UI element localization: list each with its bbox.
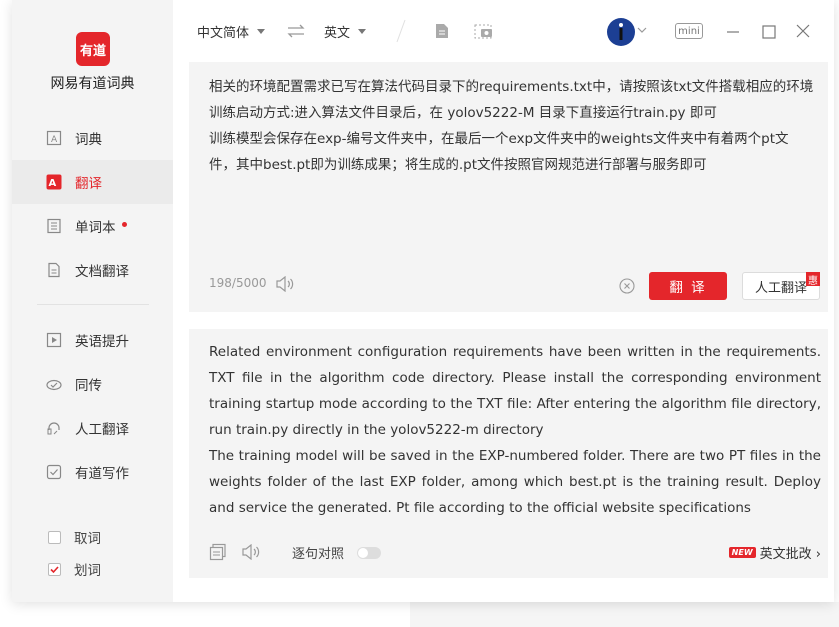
result-toolbar: 逐句对照 NEW 英文批改 › bbox=[209, 541, 821, 563]
word-select-toggle[interactable]: 划词 bbox=[48, 558, 101, 580]
speaker-icon[interactable] bbox=[241, 543, 261, 561]
writing-icon bbox=[46, 464, 62, 480]
result-panel: Related environment configuration requir… bbox=[189, 329, 828, 578]
source-line: 训练模型会保存在exp-编号文件夹中，在最后一个exp文件夹中的weights文… bbox=[209, 131, 789, 147]
source-input[interactable]: 相关的环境配置需求已写在算法代码目录下的requirements.txt中，请按… bbox=[209, 74, 821, 178]
mini-mode-button[interactable]: mini bbox=[675, 23, 703, 39]
sidebar-item-interpret[interactable]: 同传 bbox=[12, 362, 173, 406]
sidebar-item-translate[interactable]: A 翻译 bbox=[12, 160, 173, 204]
avatar[interactable] bbox=[607, 18, 635, 46]
maximize-icon[interactable] bbox=[761, 24, 777, 40]
source-lang-select[interactable]: 中文简体 bbox=[197, 22, 266, 41]
translate-icon: A bbox=[46, 174, 62, 190]
sidebar-item-label: 翻译 bbox=[75, 176, 102, 192]
word-select-checkbox[interactable] bbox=[48, 562, 61, 576]
chevron-down-icon bbox=[358, 29, 367, 34]
sidebar-item-label: 英语提升 bbox=[75, 334, 129, 350]
interpret-icon bbox=[46, 376, 62, 392]
target-lang-label: 英文 bbox=[324, 26, 351, 41]
notification-dot bbox=[121, 221, 127, 227]
sidebar-item-writing[interactable]: 有道写作 bbox=[12, 450, 173, 494]
result-paragraph: Related environment configuration requir… bbox=[209, 344, 821, 438]
sidebar-item-label: 单词本 bbox=[75, 220, 116, 236]
sidebar-item-label: 文档翻译 bbox=[75, 264, 129, 280]
copy-icon[interactable] bbox=[209, 543, 227, 561]
headset-icon bbox=[46, 420, 62, 436]
sidebar-divider bbox=[37, 304, 149, 305]
source-lang-label: 中文简体 bbox=[197, 26, 250, 41]
sentence-align-toggle[interactable] bbox=[357, 547, 381, 559]
wordbook-icon bbox=[46, 218, 62, 234]
close-icon[interactable] bbox=[795, 23, 811, 39]
svg-text:A: A bbox=[49, 178, 57, 189]
dictionary-icon: A bbox=[46, 130, 62, 146]
sidebar-item-wordbook[interactable]: 单词本 bbox=[12, 204, 173, 248]
human-translate-button[interactable]: 人工翻译 惠 bbox=[742, 272, 820, 300]
word-pick-toggle[interactable]: 取词 bbox=[48, 526, 101, 548]
screenshot-translate-icon[interactable] bbox=[473, 22, 495, 40]
swap-icon[interactable] bbox=[285, 22, 307, 40]
chevron-down-icon[interactable] bbox=[636, 24, 648, 36]
translation-result: Related environment configuration requir… bbox=[209, 339, 821, 521]
app-name: 网易有道词典 bbox=[50, 76, 135, 92]
clear-icon[interactable] bbox=[619, 278, 635, 298]
sidebar-item-label: 词典 bbox=[75, 132, 102, 148]
app-window: 有道 网易有道词典 A 词典 A 翻译 单词本 文档翻译 英语提升 同传 人工翻… bbox=[12, 0, 834, 602]
source-line: 训练启动方式:进入算法文件目录后，在 yolov5222-M 目录下直接运行tr… bbox=[209, 105, 717, 121]
word-pick-checkbox[interactable] bbox=[48, 530, 61, 544]
translate-button[interactable]: 翻 译 bbox=[649, 272, 727, 300]
separator-slash bbox=[393, 18, 409, 44]
word-select-label: 划词 bbox=[74, 563, 101, 579]
word-pick-label: 取词 bbox=[74, 531, 101, 547]
discount-badge: 惠 bbox=[806, 272, 820, 287]
window-shadow bbox=[410, 602, 839, 627]
sidebar-item-english-improve[interactable]: 英语提升 bbox=[12, 318, 173, 362]
app-logo: 有道 bbox=[76, 32, 110, 66]
speaker-icon[interactable] bbox=[275, 275, 295, 293]
source-panel: 相关的环境配置需求已写在算法代码目录下的requirements.txt中，请按… bbox=[189, 62, 828, 312]
video-icon bbox=[46, 332, 62, 348]
source-line: 件，其中best.pt即为训练成果；将生成的.pt文件按照官网规范进行部署与服务… bbox=[209, 157, 707, 173]
target-lang-select[interactable]: 英文 bbox=[324, 22, 367, 41]
english-critique-label: 英文批改 › bbox=[759, 547, 821, 562]
new-badge: NEW bbox=[728, 547, 756, 558]
sidebar-item-dictionary[interactable]: A 词典 bbox=[12, 116, 173, 160]
char-count: 198/5000 bbox=[209, 276, 267, 290]
sidebar-item-human-translate[interactable]: 人工翻译 bbox=[12, 406, 173, 450]
document-icon bbox=[46, 262, 62, 278]
sidebar: 有道 网易有道词典 A 词典 A 翻译 单词本 文档翻译 英语提升 同传 人工翻… bbox=[12, 0, 173, 602]
sidebar-item-label: 有道写作 bbox=[75, 466, 129, 482]
sidebar-item-label: 同传 bbox=[75, 378, 102, 394]
sentence-align-label: 逐句对照 bbox=[292, 547, 345, 562]
human-translate-label: 人工翻译 bbox=[754, 280, 807, 296]
topbar: 中文简体 英文 mini bbox=[173, 0, 834, 62]
document-translate-icon[interactable] bbox=[433, 22, 451, 40]
source-line: 相关的环境配置需求已写在算法代码目录下的requirements.txt中，请按… bbox=[209, 79, 814, 95]
svg-text:A: A bbox=[51, 135, 58, 145]
chevron-down-icon bbox=[257, 29, 266, 34]
sidebar-item-doc-translate[interactable]: 文档翻译 bbox=[12, 248, 173, 292]
english-critique-link[interactable]: NEW 英文批改 › bbox=[728, 543, 821, 562]
sidebar-item-label: 人工翻译 bbox=[75, 422, 129, 438]
minimize-icon[interactable] bbox=[725, 24, 741, 40]
result-paragraph: The training model will be saved in the … bbox=[209, 448, 821, 516]
